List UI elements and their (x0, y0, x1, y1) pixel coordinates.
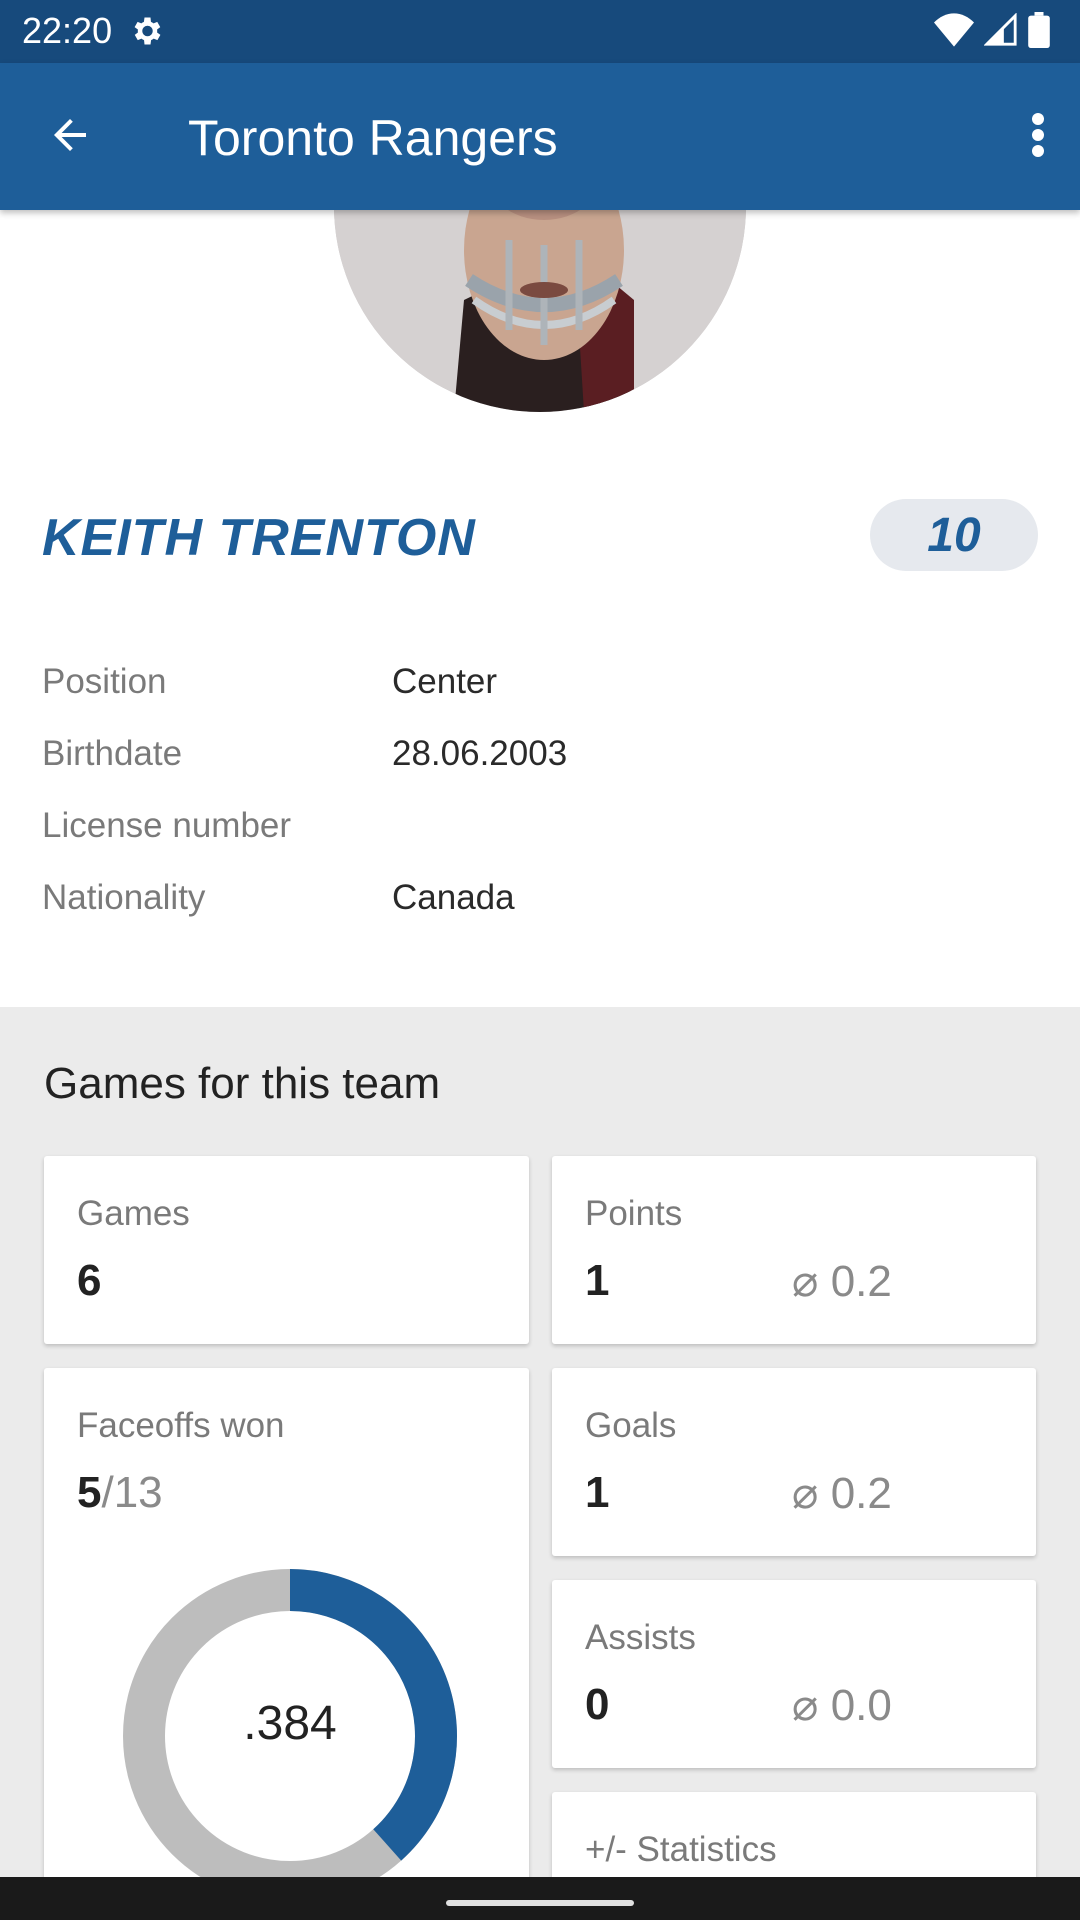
home-gesture-handle[interactable] (446, 1900, 634, 1906)
points-card[interactable]: Points 1 ⌀ 0.2 (552, 1156, 1036, 1344)
card-label: Faceoffs won (77, 1406, 285, 1445)
games-section: Games for this team Games 6 Points 1 ⌀ 0… (0, 1007, 1080, 1920)
card-average: ⌀ 0.0 (792, 1681, 892, 1730)
card-average: ⌀ 0.2 (792, 1469, 892, 1518)
signal-icon (983, 12, 1018, 52)
card-value: 6 (77, 1256, 102, 1305)
info-label: Birthdate (42, 734, 183, 773)
card-value: 5/13 (77, 1468, 163, 1518)
battery-icon (1028, 12, 1050, 53)
more-options-button[interactable] (1018, 105, 1058, 169)
card-value: 0 (585, 1680, 610, 1729)
info-value: Canada (392, 878, 515, 917)
player-photo (334, 210, 746, 412)
card-average: ⌀ 0.2 (792, 1257, 892, 1306)
system-nav-bar (0, 1877, 1080, 1920)
section-title: Games for this team (44, 1059, 441, 1108)
info-value: 28.06.2003 (392, 734, 568, 773)
jersey-number-badge: 10 (870, 499, 1038, 571)
arrow-back-icon (46, 111, 94, 164)
info-value: Center (392, 662, 498, 701)
card-label: Points (585, 1194, 683, 1233)
faceoffs-total: /13 (101, 1468, 163, 1517)
more-vert-icon (1031, 112, 1045, 162)
info-label: License number (42, 806, 292, 845)
donut-ratio-label: .384 (243, 1697, 337, 1750)
avatar (334, 210, 746, 412)
player-name: KEITH TRENTON (42, 509, 476, 567)
back-button[interactable] (40, 107, 100, 167)
status-time: 22:20 (22, 10, 113, 51)
card-label: Games (77, 1194, 190, 1233)
faceoffs-card[interactable]: Faceoffs won 5/13 .384 (44, 1368, 529, 1920)
card-value: 1 (585, 1468, 610, 1517)
card-value: 1 (585, 1256, 610, 1305)
assists-card[interactable]: Assists 0 ⌀ 0.0 (552, 1580, 1036, 1768)
gear-icon (128, 13, 164, 54)
faceoffs-won: 5 (77, 1468, 102, 1517)
goals-card[interactable]: Goals 1 ⌀ 0.2 (552, 1368, 1036, 1556)
info-label: Nationality (42, 878, 206, 917)
card-label: +/- Statistics (585, 1830, 777, 1869)
page-title: Toronto Rangers (188, 110, 558, 166)
wifi-icon (934, 13, 974, 52)
card-label: Goals (585, 1406, 677, 1445)
card-label: Assists (585, 1618, 696, 1657)
app-bar: Toronto Rangers (0, 63, 1080, 210)
games-card[interactable]: Games 6 (44, 1156, 529, 1344)
info-label: Position (42, 662, 167, 701)
status-bar: 22:20 (0, 0, 1080, 63)
